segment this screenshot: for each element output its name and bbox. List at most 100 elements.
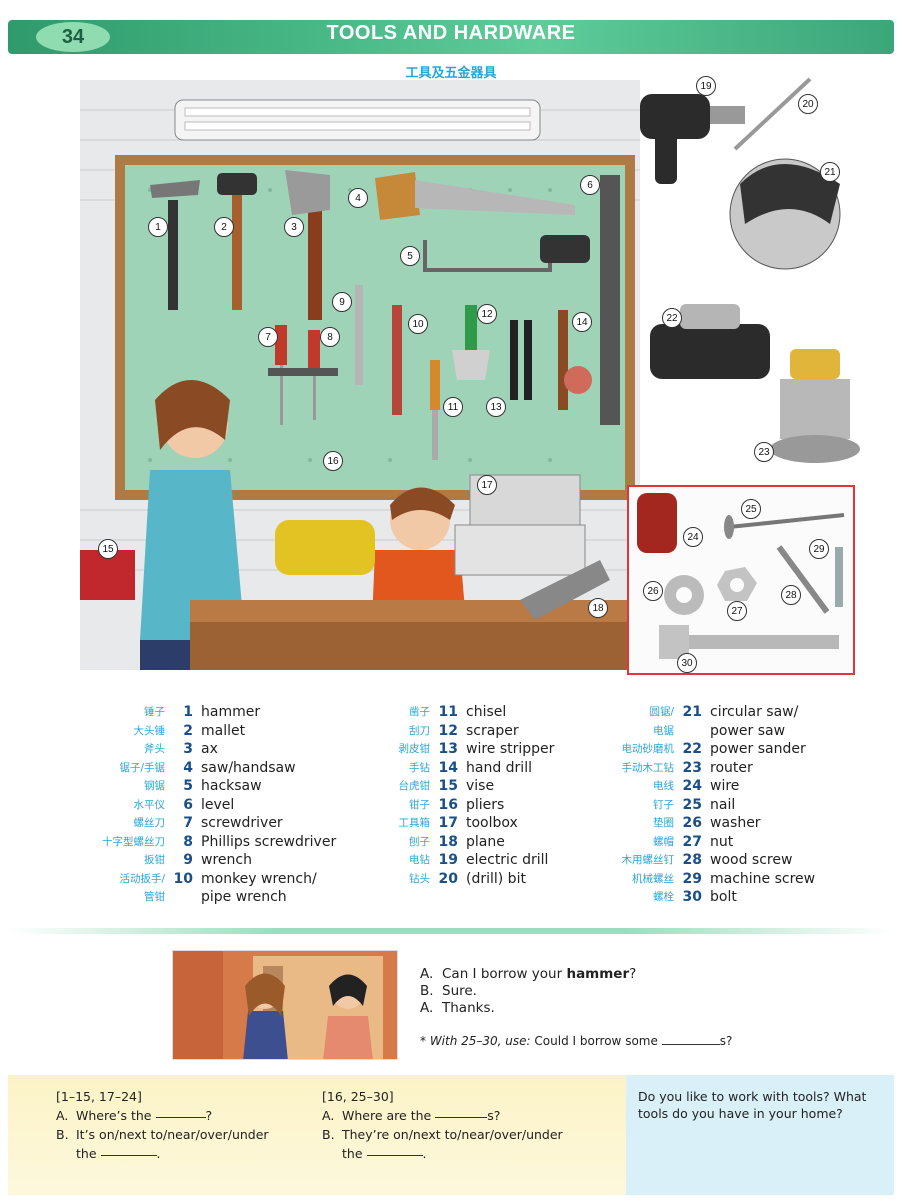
word-english: circular saw/: [710, 704, 799, 720]
word-list-col2: 凿子 11 chisel 刮刀 12 scraper 剥皮钳 13 wire strippe…: [360, 703, 555, 889]
practice-end: .: [422, 1146, 427, 1161]
word-english: wrench: [201, 852, 252, 868]
word-number: 23: [682, 759, 702, 776]
word-number: 12: [438, 722, 458, 739]
speaker-letter: A.: [420, 1000, 434, 1016]
word-number: 9: [183, 852, 193, 868]
word-chinese: 扳钳: [144, 854, 165, 866]
word-row: 刮刀 12 scraper: [360, 722, 554, 741]
word-english: power saw: [710, 722, 786, 739]
word-chinese: 水平仪: [133, 798, 166, 811]
word-english: level: [201, 796, 235, 813]
word-chinese: 木用螺丝钉: [621, 854, 675, 866]
power-tools-illustration: 19 20 21 22 23: [640, 74, 870, 484]
word-row: 大头锤 2 mallet: [60, 722, 336, 741]
word-row: 手动木工钻 23 router: [598, 759, 815, 778]
word-row: 水平仪 6 level: [60, 796, 336, 815]
practice-text: the: [342, 1146, 363, 1161]
dialog-line-b: B. Sure.: [420, 983, 636, 1000]
word-chinese: 大头锤: [133, 724, 166, 737]
label-badge-6: 6: [580, 175, 600, 195]
word-english: machine screw: [710, 870, 816, 887]
word-english: scraper: [466, 722, 519, 739]
word-number: 4: [183, 759, 193, 776]
word-number: 16: [438, 796, 458, 813]
word-english: Phillips screwdriver: [201, 833, 337, 850]
word-row: 钢锯 5 hacksaw: [60, 777, 336, 796]
label-badge-10: 10: [408, 314, 428, 334]
word-english: power sander: [710, 741, 806, 757]
practice-line-b: B. They’re on/next to/near/over/under: [322, 1125, 563, 1144]
word-row: 螺栓 30 bolt: [598, 888, 815, 907]
label-badge-28: 28: [781, 585, 801, 605]
label-badge-1: 1: [148, 217, 168, 237]
practice-text: They’re on/next to/near/over/under: [342, 1127, 563, 1142]
label-badge-3: 3: [284, 217, 304, 237]
speaker-letter: A.: [322, 1108, 335, 1123]
practice-line-b2: the .: [322, 1144, 563, 1163]
practice-range: [16, 25–30]: [322, 1089, 394, 1104]
practice-text: It’s on/next to/near/over/under: [76, 1127, 269, 1142]
word-english: hand drill: [466, 759, 532, 776]
note-text: Could I borrow some: [534, 1034, 658, 1048]
word-row: 凿子 11 chisel: [360, 703, 554, 722]
word-number: 20: [438, 870, 458, 887]
conversation-illustration: [172, 950, 398, 1060]
word-row: 钻头 20 (drill) bit: [360, 870, 554, 889]
word-english: pipe wrench: [201, 889, 287, 905]
label-badge-24: 24: [683, 527, 703, 547]
model-dialog: A. Can I borrow your hammer? B. Sure. A.…: [420, 966, 636, 1017]
word-chinese: 台虎钳: [398, 780, 431, 792]
word-english: wire stripper: [466, 741, 555, 757]
practice-text: Where are the: [342, 1108, 432, 1123]
word-chinese: 电锯: [653, 724, 674, 737]
practice-right: [16, 25–30] A. Where are the s? B. They’…: [322, 1087, 563, 1163]
label-badge-20: 20: [798, 94, 818, 114]
word-number: 2: [183, 722, 193, 739]
word-english: saw/handsaw: [201, 759, 296, 776]
label-badge-25: 25: [741, 499, 761, 519]
word-english: electric drill: [466, 852, 549, 868]
word-row: 活动扳手/10 monkey wrench/: [60, 870, 336, 889]
label-badge-17: 17: [477, 475, 497, 495]
word-number: 21: [682, 704, 702, 720]
word-number: 22: [682, 741, 702, 757]
word-number: 27: [682, 833, 702, 850]
hardware-scene: [637, 493, 845, 659]
word-english: mallet: [201, 722, 246, 739]
note-italic: * With 25–30, use:: [420, 1034, 531, 1048]
speaker-letter: A.: [420, 966, 434, 982]
word-english: plane: [466, 833, 505, 850]
word-chinese: 活动扳手/: [119, 872, 165, 885]
label-badge-4: 4: [348, 188, 368, 208]
fill-blank: [366, 1144, 423, 1156]
usage-note: * With 25–30, use: Could I borrow some s…: [420, 1033, 732, 1048]
practice-end: ?: [205, 1108, 213, 1123]
speaker-letter: B.: [322, 1127, 335, 1142]
word-english: (drill) bit: [466, 870, 526, 887]
label-badge-7: 7: [258, 327, 278, 347]
word-number: 1: [183, 704, 193, 720]
dialog-keyword: hammer: [566, 966, 630, 982]
practice-line-a: A. Where’s the ?: [56, 1106, 269, 1125]
practice-range: [1–15, 17–24]: [56, 1089, 142, 1104]
fill-blank: [661, 1033, 720, 1045]
dialog-line-a2: A. Thanks.: [420, 1000, 636, 1017]
note-end: s?: [719, 1034, 733, 1048]
word-chinese: 钉子: [653, 798, 674, 811]
word-row: 电钻 19 electric drill: [360, 851, 554, 870]
word-number: 7: [183, 815, 193, 831]
label-badge-12: 12: [477, 304, 497, 324]
word-chinese: 电动砂磨机: [621, 743, 675, 755]
word-number: 5: [183, 778, 193, 794]
label-badge-5: 5: [400, 246, 420, 266]
hardware-panel: 24 25 26 27 28 29 30: [627, 485, 855, 675]
word-chinese: 手钻: [409, 761, 430, 774]
word-english: hacksaw: [201, 778, 262, 794]
word-row: 电线 24 wire: [598, 777, 815, 796]
word-english: wire: [710, 778, 740, 794]
word-english: pliers: [466, 796, 505, 813]
word-chinese: 凿子: [409, 706, 430, 718]
dialog-text: Can I borrow your hammer?: [442, 966, 636, 983]
word-number: 26: [682, 815, 702, 831]
